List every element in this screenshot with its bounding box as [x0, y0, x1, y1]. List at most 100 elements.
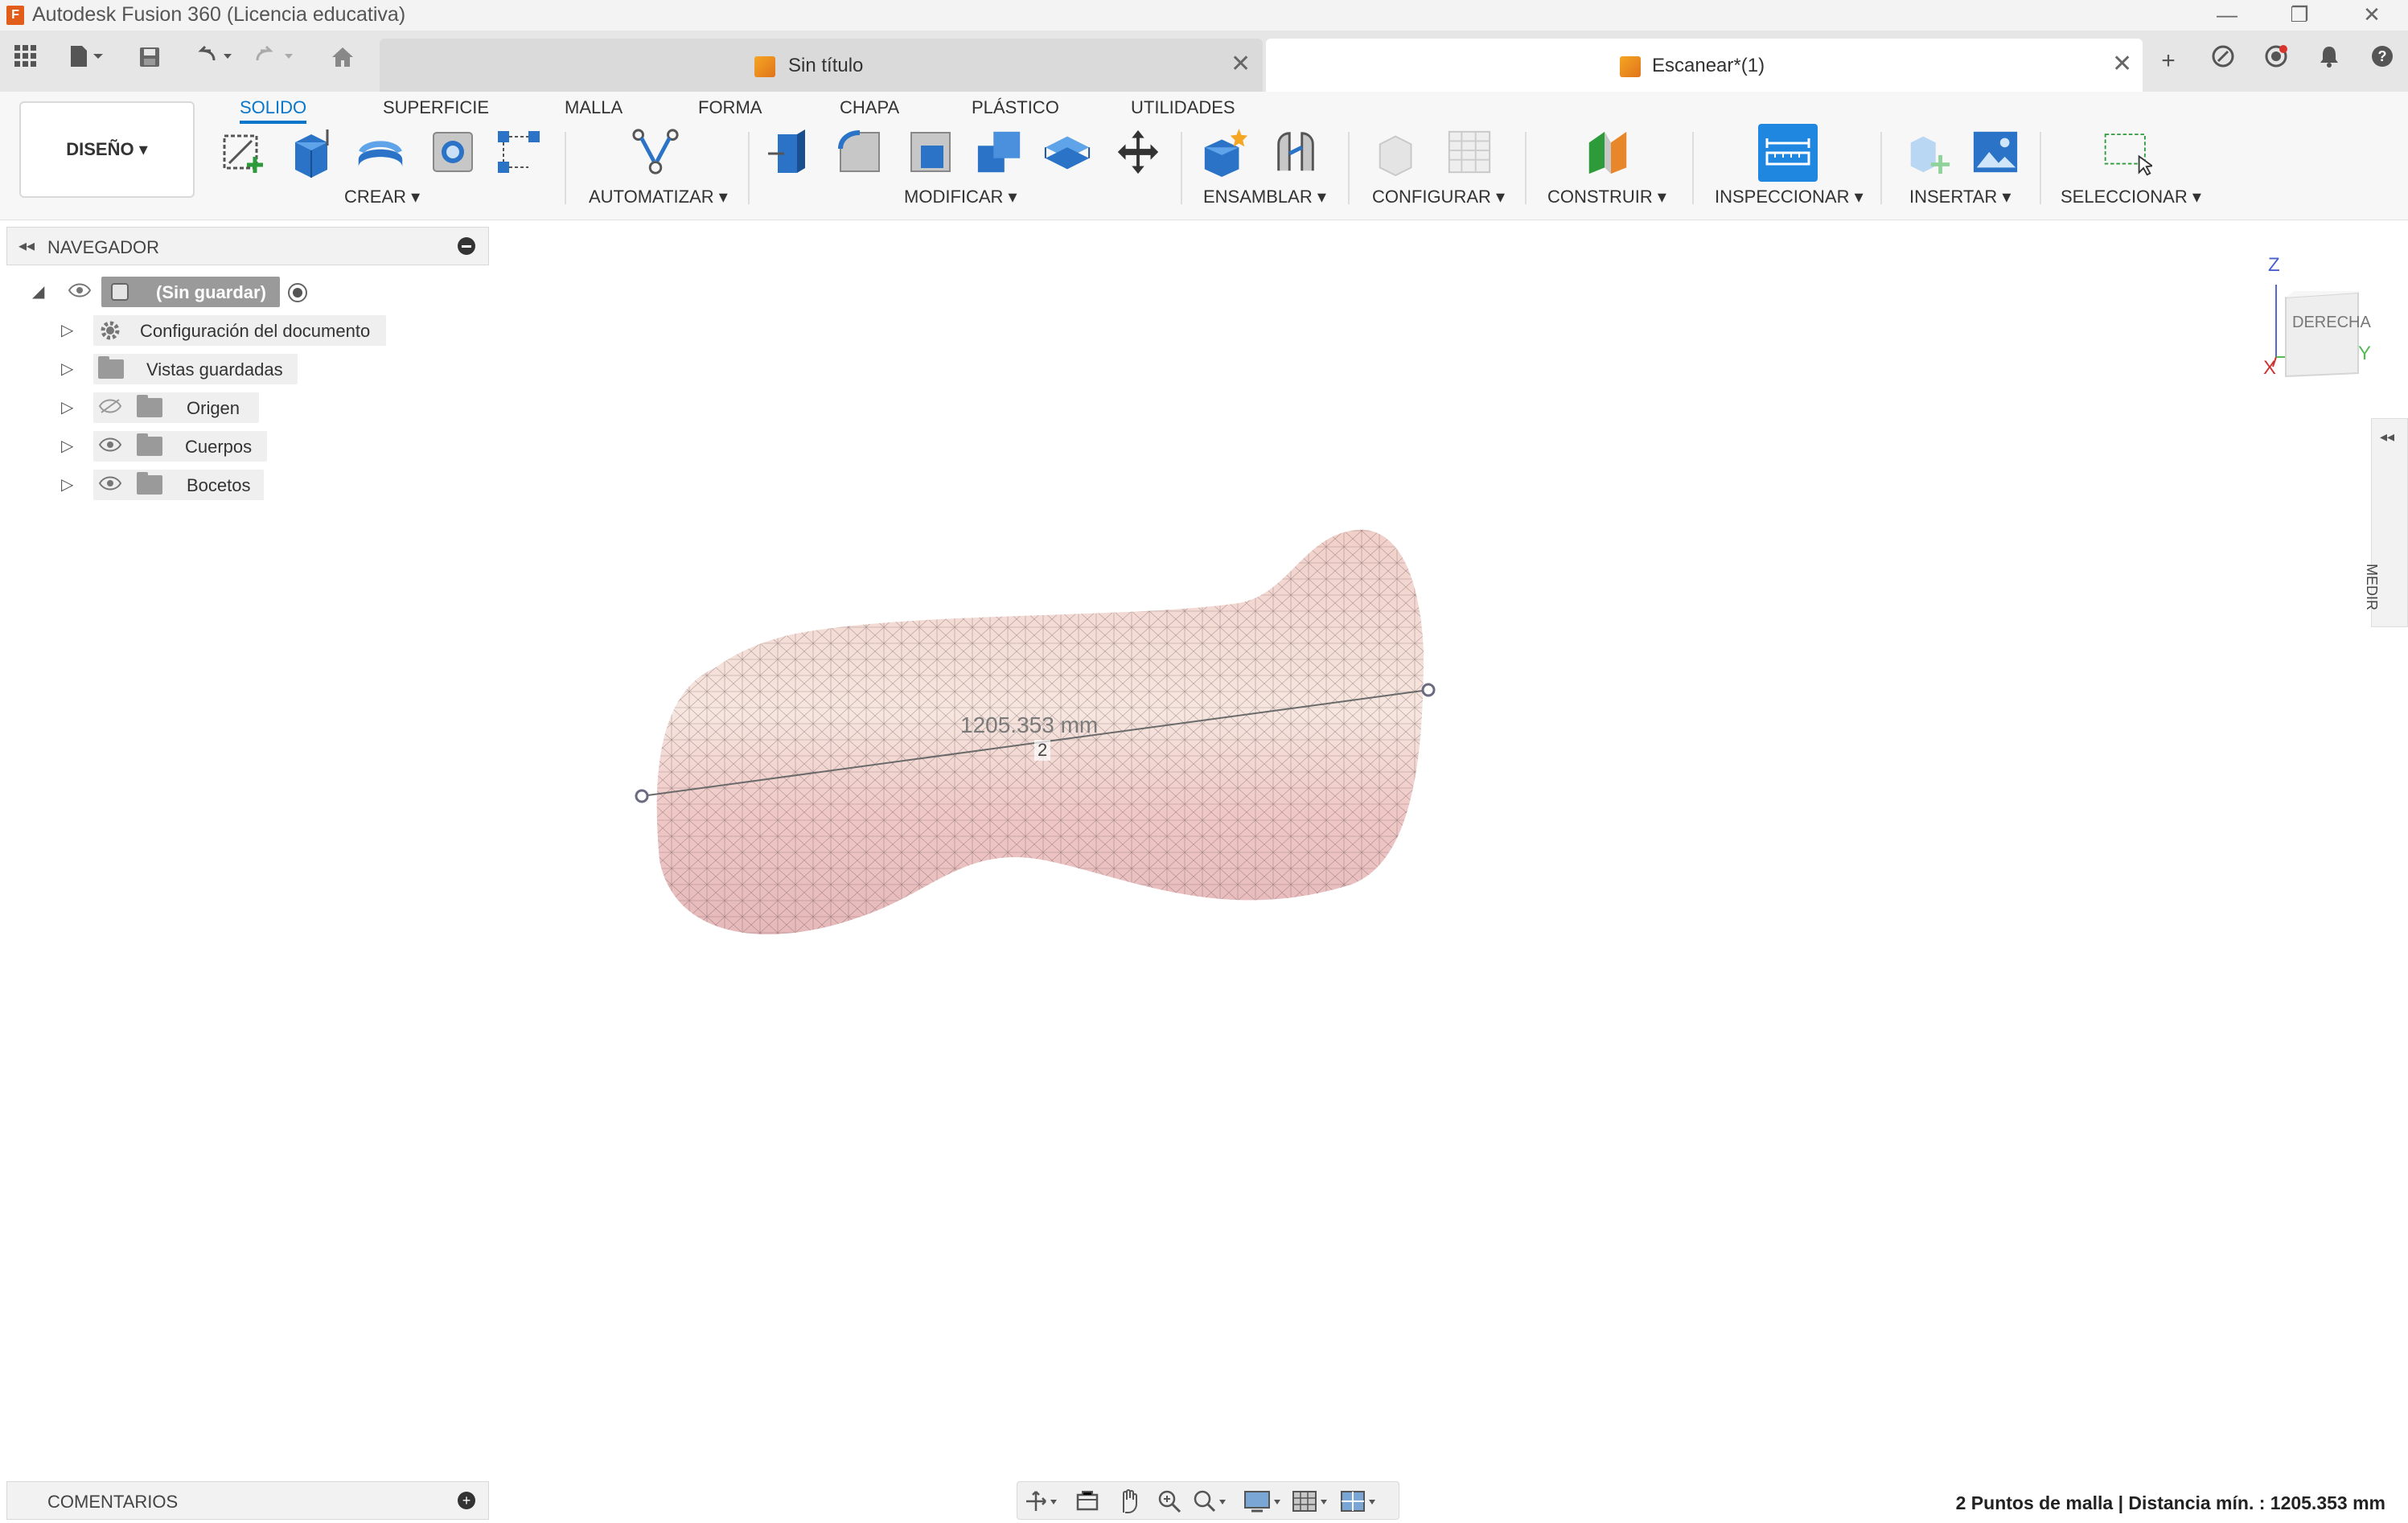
window-title: Autodesk Fusion 360 (Licencia educativa) [32, 3, 406, 26]
insert-derive-icon[interactable] [1905, 124, 1954, 180]
tab-malla[interactable]: MALLA [565, 92, 623, 124]
tab-solido[interactable]: SOLIDO [240, 92, 307, 124]
eye-icon[interactable] [68, 282, 92, 298]
group-seleccionar[interactable]: SELECCIONAR ▾ [2061, 187, 2201, 207]
viewcube-face-label[interactable]: DERECHA [2292, 314, 2371, 332]
group-automatizar[interactable]: AUTOMATIZAR ▾ [589, 187, 728, 207]
tab-superficie[interactable]: SUPERFICIE [383, 92, 489, 124]
expand-triangle-icon[interactable]: ▷ [61, 320, 73, 340]
tab-utilidades[interactable]: UTILIDADES [1131, 92, 1235, 124]
tab-close-button[interactable]: ✕ [1231, 50, 1251, 78]
eye-icon[interactable] [98, 475, 122, 491]
expand-triangle-icon[interactable]: ▷ [61, 397, 73, 417]
file-menu-icon[interactable] [63, 43, 111, 79]
group-modificar[interactable]: MODIFICAR ▾ [904, 187, 1017, 207]
fillet-icon[interactable] [835, 124, 885, 180]
svg-text:?: ? [2378, 48, 2387, 64]
pattern-icon[interactable] [494, 124, 544, 180]
viewports-icon[interactable] [1339, 1488, 1379, 1514]
offset-face-icon[interactable] [1042, 124, 1092, 180]
zoom-icon[interactable] [1149, 1488, 1190, 1514]
data-panel-grid-icon[interactable] [10, 43, 42, 79]
tab-sin-titulo[interactable]: Sin título ✕ [380, 39, 1263, 92]
measure-distance-label: 1205.353 mm [960, 712, 1099, 737]
tree-item-vistas[interactable]: ▷ Vistas guardadas [61, 352, 302, 384]
separator [748, 132, 750, 204]
viewcube[interactable]: Z X Y DERECHA [2263, 254, 2371, 379]
restore-button[interactable]: ❐ [2263, 0, 2336, 31]
tab-close-button[interactable]: ✕ [2112, 50, 2132, 78]
group-crear[interactable]: CREAR ▾ [344, 187, 420, 207]
combine-icon[interactable] [975, 124, 1025, 180]
add-comment-button[interactable]: + [458, 1492, 475, 1509]
browser-title: NAVEGADOR [47, 237, 159, 257]
automate-icon[interactable] [631, 124, 680, 180]
group-ensamblar[interactable]: ENSAMBLAR ▾ [1203, 187, 1326, 207]
group-inspeccionar[interactable]: INSPECCIONAR ▾ [1715, 187, 1864, 207]
redo-icon[interactable] [251, 43, 299, 79]
activate-radio-icon[interactable] [286, 281, 309, 304]
revolve-icon[interactable] [355, 124, 405, 180]
collapse-browser-button[interactable]: ◂◂ [18, 236, 35, 256]
new-tab-button[interactable]: + [2149, 43, 2188, 79]
tree-item-label: Vistas guardadas [146, 359, 283, 380]
eye-icon[interactable] [98, 437, 122, 453]
select-window-icon[interactable] [2102, 124, 2152, 180]
grid-snaps-icon[interactable] [1291, 1488, 1331, 1514]
create-sketch-icon[interactable] [219, 124, 269, 180]
tab-escanear[interactable]: Escanear*(1) ✕ [1266, 39, 2143, 92]
hole-icon[interactable] [428, 124, 478, 180]
measure-icon[interactable] [1758, 124, 1818, 182]
minimize-browser-button[interactable] [458, 237, 475, 255]
undo-icon[interactable] [190, 43, 238, 79]
collapse-triangle-icon[interactable]: ◢ [32, 281, 44, 302]
status-bar-text: 2 Puntos de malla | Distancia mín. : 120… [1955, 1492, 2385, 1513]
insert-image-icon[interactable] [1970, 124, 2020, 180]
group-construir[interactable]: CONSTRUIR ▾ [1547, 187, 1666, 207]
fit-zoom-icon[interactable] [1190, 1488, 1230, 1514]
tree-item-bocetos[interactable]: ▷ Bocetos [61, 468, 270, 500]
minimize-button[interactable]: — [2191, 0, 2263, 31]
move-copy-icon[interactable] [1113, 124, 1163, 180]
configure-table-icon[interactable] [1374, 124, 1424, 180]
measure-point-count: 2 [1034, 740, 1051, 761]
configuration-table-icon[interactable] [1444, 124, 1494, 180]
extensions-icon[interactable] [2204, 43, 2242, 79]
tree-item-origen[interactable]: ▷ Origen [61, 391, 270, 423]
new-component-icon[interactable] [1200, 124, 1250, 180]
construct-plane-icon[interactable] [1583, 124, 1633, 180]
home-icon[interactable] [327, 43, 359, 79]
tab-plastico[interactable]: PLÁSTICO [972, 92, 1059, 124]
extrude-icon[interactable] [286, 124, 336, 180]
display-settings-icon[interactable] [1243, 1488, 1283, 1514]
expand-panel-button[interactable]: ◂◂ [2380, 429, 2394, 445]
tab-forma[interactable]: FORMA [698, 92, 762, 124]
close-window-button[interactable]: ✕ [2336, 0, 2408, 31]
shell-icon[interactable] [906, 124, 955, 180]
group-insertar[interactable]: INSERTAR ▾ [1909, 187, 2011, 207]
fusion-logo-icon: F [6, 6, 24, 25]
comments-title: COMENTARIOS [47, 1492, 179, 1512]
expand-triangle-icon[interactable]: ▷ [61, 474, 73, 495]
tab-chapa[interactable]: CHAPA [840, 92, 899, 124]
measure-side-panel[interactable]: ◂◂ MEDIR [2364, 418, 2408, 627]
tree-item-label: Origen [187, 398, 240, 418]
eye-hidden-icon[interactable] [98, 398, 122, 414]
group-configurar[interactable]: CONFIGURAR ▾ [1372, 187, 1505, 207]
save-icon[interactable] [134, 43, 166, 79]
notifications-bell-icon[interactable] [2310, 43, 2348, 79]
pan-hand-icon[interactable] [1109, 1488, 1149, 1514]
joint-icon[interactable] [1271, 124, 1321, 180]
help-icon[interactable]: ? [2363, 43, 2402, 79]
expand-triangle-icon[interactable]: ▷ [61, 436, 73, 456]
press-pull-icon[interactable] [766, 124, 816, 180]
orbit-icon[interactable] [1021, 1488, 1061, 1514]
job-status-icon[interactable] [2257, 43, 2295, 79]
tree-root[interactable]: ◢ (Sin guardar) [32, 275, 322, 307]
tree-item-cuerpos[interactable]: ▷ Cuerpos [61, 429, 270, 462]
look-at-icon[interactable] [1067, 1488, 1107, 1514]
separator [1181, 132, 1182, 204]
tree-item-configuracion[interactable]: ▷ Configuración del documento [61, 314, 399, 346]
workspace-switcher[interactable]: DISEÑO ▾ [19, 101, 195, 198]
expand-triangle-icon[interactable]: ▷ [61, 359, 73, 379]
